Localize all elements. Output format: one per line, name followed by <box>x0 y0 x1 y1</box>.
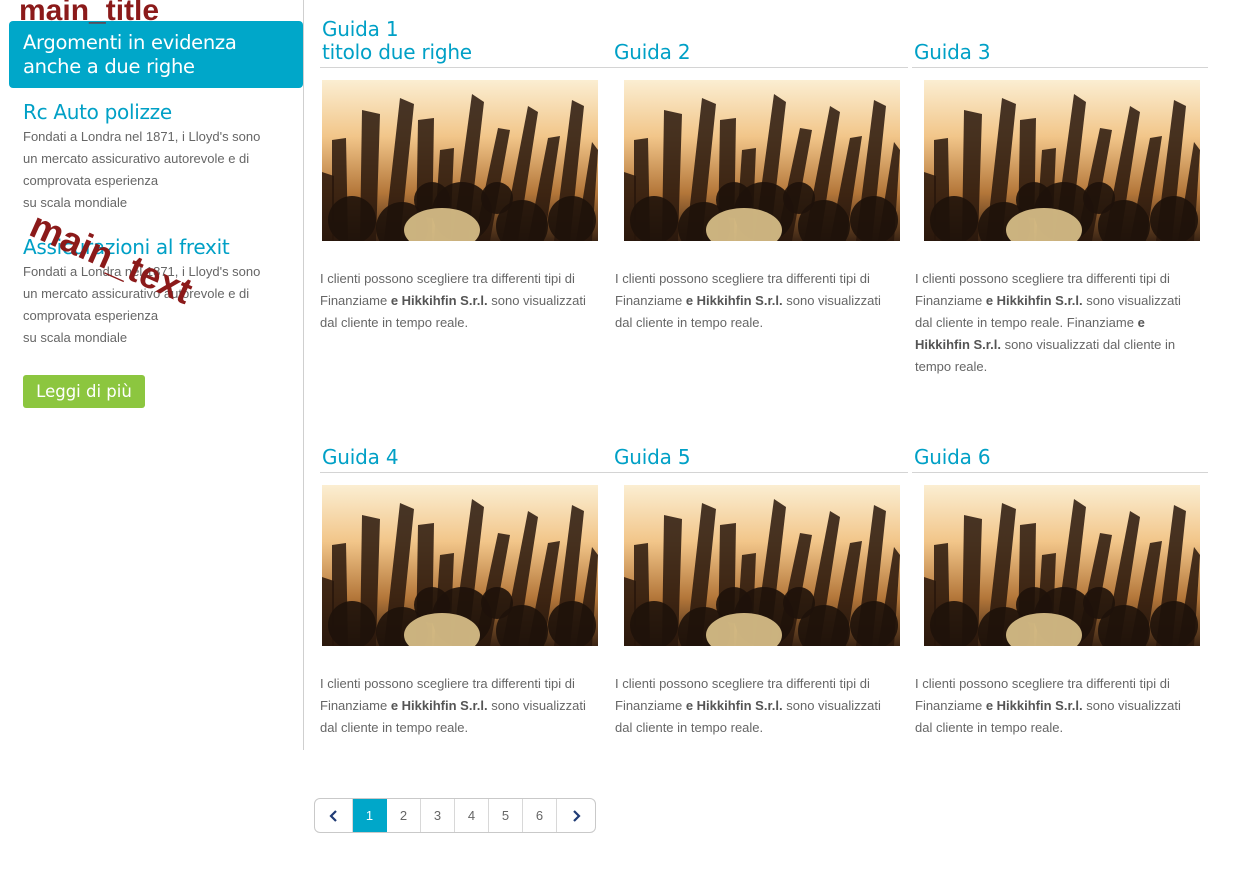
guide-description-line: Finanziame e Hikkihfin S.r.l. sono visua… <box>615 293 881 308</box>
guide-title[interactable]: Guida 6 <box>914 445 991 468</box>
guide-description-line: Hikkihfin S.r.l. sono visualizzati dal c… <box>915 337 1176 352</box>
guide-description-line: I clienti possono scegliere tra differen… <box>320 676 575 691</box>
guide-description-line: Finanziame e Hikkihfin S.r.l. sono visua… <box>915 293 1181 308</box>
guide-description-line: I clienti possono scegliere tra differen… <box>615 676 870 691</box>
guide-description-line: Finanziame e Hikkihfin S.r.l. sono visua… <box>615 698 881 713</box>
guide-description: I clienti possono scegliere tra differen… <box>615 268 911 334</box>
guide-title[interactable]: Guida 2 <box>614 40 691 63</box>
guide-description-line: dal cliente in tempo reale. <box>915 720 1064 735</box>
guide-description-line: I clienti possono scegliere tra differen… <box>320 271 575 286</box>
sidebar-section-text: un mercato assicurativo autorevole e di <box>23 151 250 166</box>
guide-description: I clienti possono scegliere tra differen… <box>915 268 1211 378</box>
read-more-button[interactable]: Leggi di più <box>23 375 145 408</box>
guide-description: I clienti possono scegliere tra differen… <box>915 673 1211 739</box>
chevron-right-icon <box>573 809 581 822</box>
company-name: e <box>1137 315 1145 330</box>
concert-crowd-image[interactable] <box>322 485 598 646</box>
concert-crowd-image[interactable] <box>624 80 900 241</box>
guide-description-line: Finanziame e Hikkihfin S.r.l. sono visua… <box>915 698 1181 713</box>
guide-title[interactable]: Guida 1 titolo due righe <box>322 18 472 63</box>
featured-title-line-1: Argomenti in evidenza <box>23 31 237 54</box>
pagination-page-1[interactable]: 1 <box>353 799 387 832</box>
featured-box[interactable]: Argomenti in evidenza anche a due righe <box>9 21 303 88</box>
guide-description-line: I clienti possono scegliere tra differen… <box>915 676 1170 691</box>
main-title-tag: main_title <box>19 0 160 27</box>
sidebar-section-text: Fondati a Londra nel 1871, i Lloyd's son… <box>23 129 261 144</box>
pagination-page-4[interactable]: 4 <box>455 799 489 832</box>
crowd-silhouette <box>322 94 598 241</box>
sidebar-section-text: comprovata esperienza <box>23 173 159 188</box>
sidebar-section-title[interactable]: Rc Auto polizze <box>23 102 260 122</box>
concert-crowd-image[interactable] <box>322 80 598 241</box>
company-name: e Hikkihfin S.r.l. <box>985 698 1083 713</box>
company-name: e Hikkihfin S.r.l. <box>685 293 783 308</box>
crowd-silhouette <box>624 499 900 646</box>
guide-description-line: dal cliente in tempo reale. Finanziame e <box>915 315 1145 330</box>
company-name: e Hikkihfin S.r.l. <box>390 293 488 308</box>
pagination-prev-button[interactable] <box>315 799 353 832</box>
featured-title-line-2: anche a due righe <box>23 55 195 78</box>
concert-crowd-image[interactable] <box>924 485 1200 646</box>
crowd-silhouette <box>624 94 900 241</box>
concert-crowd-image[interactable] <box>924 80 1200 241</box>
company-name: e Hikkihfin S.r.l. <box>685 698 783 713</box>
guide-title[interactable]: Guida 3 <box>914 40 991 63</box>
guide-title[interactable]: Guida 5 <box>614 445 691 468</box>
guide-description: I clienti possono scegliere tra differen… <box>615 673 911 739</box>
pagination-page-2[interactable]: 2 <box>387 799 421 832</box>
company-name: e Hikkihfin S.r.l. <box>390 698 488 713</box>
concert-crowd-image[interactable] <box>624 485 900 646</box>
guide-description-line: Finanziame e Hikkihfin S.r.l. sono visua… <box>320 293 586 308</box>
sidebar-section-text: su scala mondiale <box>23 195 128 210</box>
pagination-page-3[interactable]: 3 <box>421 799 455 832</box>
crowd-silhouette <box>924 499 1200 646</box>
pagination: 1 2 3 4 5 6 <box>314 798 596 833</box>
sidebar-section-rc-auto: Rc Auto polizze Fondati a Londra nel 187… <box>23 102 260 214</box>
company-name: e Hikkihfin S.r.l. <box>985 293 1083 308</box>
guide-description-line: dal cliente in tempo reale. <box>615 315 764 330</box>
guide-description: I clienti possono scegliere tra differen… <box>320 268 616 334</box>
guide-description-line: I clienti possono scegliere tra differen… <box>615 271 870 286</box>
sidebar-section-text: comprovata esperienza <box>23 308 159 323</box>
pagination-next-button[interactable] <box>557 799 595 832</box>
guide-description: I clienti possono scegliere tra differen… <box>320 673 616 739</box>
crowd-silhouette <box>924 94 1200 241</box>
company-name: Hikkihfin S.r.l. <box>915 337 1001 352</box>
pagination-page-5[interactable]: 5 <box>489 799 523 832</box>
guide-description-line: Finanziame e Hikkihfin S.r.l. sono visua… <box>320 698 586 713</box>
guide-description-line: dal cliente in tempo reale. <box>320 315 469 330</box>
guide-description-line: dal cliente in tempo reale. <box>615 720 764 735</box>
guide-description-line: I clienti possono scegliere tra differen… <box>915 271 1170 286</box>
guide-description-line: tempo reale. <box>915 359 988 374</box>
guide-description-line: dal cliente in tempo reale. <box>320 720 469 735</box>
sidebar-section-text: su scala mondiale <box>23 330 128 345</box>
chevron-left-icon <box>328 809 337 822</box>
crowd-silhouette <box>322 499 598 646</box>
sidebar: Argomenti in evidenza anche a due righe … <box>0 0 304 750</box>
pagination-page-6[interactable]: 6 <box>523 799 557 832</box>
guide-title[interactable]: Guida 4 <box>322 445 399 468</box>
